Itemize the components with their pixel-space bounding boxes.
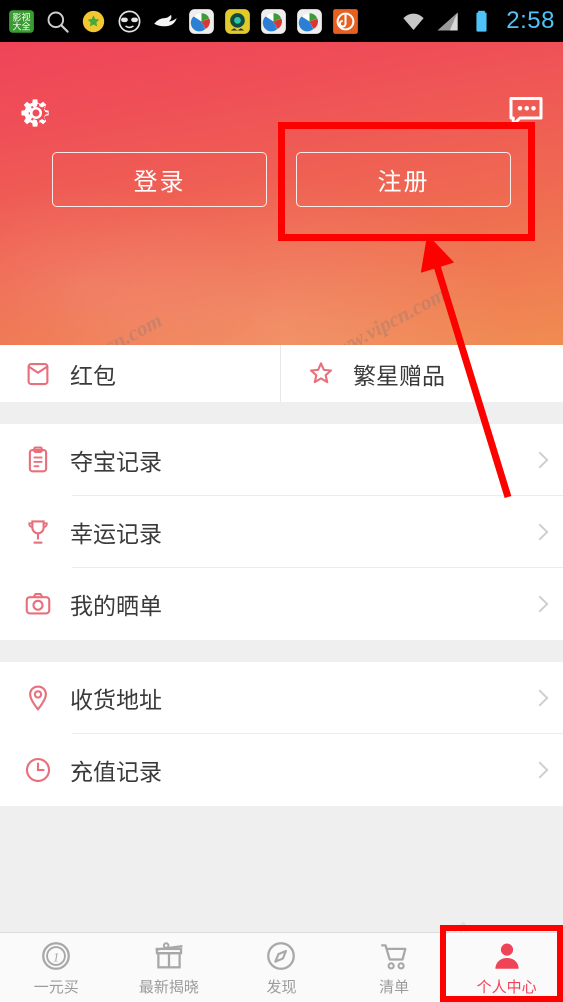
camera-app-icon (225, 8, 250, 34)
list-item-label: 收货地址 (70, 687, 162, 713)
tab-label: 发现 (266, 978, 297, 996)
location-pin-icon (29, 685, 47, 711)
register-button[interactable]: 注册 (296, 152, 511, 207)
list-spacer (0, 402, 563, 424)
quick-action-grid: 红包 繁星赠品 (0, 345, 563, 402)
tab-discover[interactable]: 发现 (225, 933, 338, 1002)
tab-label: 最新揭晓 (138, 978, 199, 996)
chevron-right-icon (531, 523, 549, 541)
list-item-label: 夺宝记录 (70, 449, 162, 475)
bird-icon (154, 14, 177, 26)
list-item-my-showcase[interactable]: 我的晒单 (0, 568, 563, 640)
status-bar-system-icons: 2:58 (400, 7, 555, 35)
status-bar-clock: 2:58 (506, 7, 555, 34)
list-item-treasure-record[interactable]: 夺宝记录 (0, 424, 563, 496)
tab-label: 清单 (379, 978, 410, 996)
app-screen: 影视 大全 2:58 登录 注册 www.vipcn.com 红包 繁星赠品 夺… (0, 0, 563, 1002)
browser-icon-3 (297, 8, 322, 34)
list-item-shipping-address[interactable]: 收货地址 (0, 662, 563, 734)
tab-personal-center[interactable]: 个人中心 (450, 933, 563, 1002)
orange-app-icon (333, 8, 358, 34)
browser-icon (189, 8, 214, 34)
tab-label: 一元买 (33, 978, 79, 996)
gift-icon (155, 941, 183, 968)
message-bubble-icon (509, 97, 543, 127)
quick-action-red-packet[interactable]: 红包 (0, 345, 280, 402)
wifi-icon (403, 13, 424, 30)
list-item-recharge-record[interactable]: 充值记录 (0, 734, 563, 806)
trophy-icon (28, 520, 48, 544)
list-group-records: 夺宝记录 幸运记录 我的晒单 (0, 424, 563, 640)
menu-list: 红包 繁星赠品 夺宝记录 幸运记录 我的晒单 收货地址 充值记录 (0, 345, 563, 1002)
list-group-account: 收货地址 充值记录 (0, 662, 563, 806)
chevron-right-icon (531, 451, 549, 469)
status-bar-notification-icons: 影视 大全 (8, 8, 400, 35)
coin-one-icon: 1 (42, 941, 71, 970)
status-bar: 影视 大全 2:58 (0, 0, 563, 42)
profile-header: 登录 注册 www.vipcn.com www.vipcn.com (0, 42, 563, 345)
tab-latest-reveal[interactable]: 最新揭晓 (113, 933, 226, 1002)
chevron-right-icon (531, 689, 549, 707)
list-item-label: 幸运记录 (70, 521, 162, 547)
cart-icon (381, 943, 407, 970)
chevron-right-icon (531, 761, 549, 779)
browser-icon-2 (261, 8, 286, 34)
signal-icon (437, 12, 458, 30)
auth-buttons-row: 登录 注册 (0, 152, 563, 210)
gear-icon (21, 99, 49, 127)
quick-action-gift[interactable]: 繁星赠品 (280, 345, 563, 402)
quick-action-label: 繁星赠品 (353, 362, 445, 389)
login-button[interactable]: 登录 (52, 152, 267, 207)
clipboard-icon (28, 446, 48, 473)
message-button[interactable] (506, 94, 546, 130)
quick-action-label: 红包 (70, 362, 116, 389)
tab-one-yuan-buy[interactable]: 1 一元买 (0, 933, 113, 1002)
search-icon (47, 11, 69, 33)
tab-list[interactable]: 清单 (338, 933, 451, 1002)
settings-button[interactable] (17, 94, 55, 132)
star-icon (309, 361, 333, 383)
list-item-label: 我的晒单 (70, 593, 162, 619)
svg-text:大全: 大全 (12, 20, 30, 32)
list-item-label: 充值记录 (70, 759, 162, 785)
coin-icon (82, 10, 105, 32)
compass-icon (267, 941, 296, 970)
person-icon (495, 943, 519, 969)
battery-icon (476, 10, 487, 32)
app-video-icon: 影视大全 (9, 9, 34, 33)
red-packet-icon (27, 362, 49, 385)
svg-text:1: 1 (53, 950, 59, 964)
list-spacer (0, 640, 563, 662)
sunglasses-face-icon (118, 10, 141, 32)
clock-icon (25, 757, 51, 783)
tab-label: 个人中心 (476, 978, 537, 996)
bottom-tab-bar: 1 一元买 最新揭晓 发现 清单 个人中心 (0, 932, 563, 1002)
chevron-right-icon (531, 595, 549, 613)
list-item-lucky-record[interactable]: 幸运记录 (0, 496, 563, 568)
camera-icon (25, 592, 51, 615)
